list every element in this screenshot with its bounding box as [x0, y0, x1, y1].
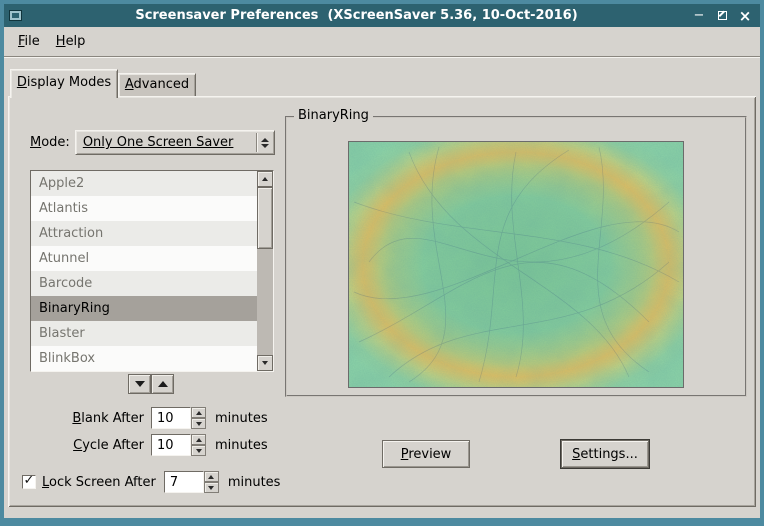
combo-arrows-icon [261, 138, 269, 148]
display-modes-panel: Mode: Only One Screen Saver Apple2 Atlan… [8, 96, 756, 507]
blank-after-input[interactable] [151, 407, 191, 429]
saver-list-item-selected[interactable]: BinaryRing [31, 296, 257, 321]
saver-list-item[interactable]: Barcode [31, 271, 257, 296]
cycle-after-spinbox [151, 434, 206, 456]
tab-display-modes[interactable]: Display Modes [10, 69, 118, 98]
tab-display-modes-label: Display Modes [17, 75, 111, 90]
saver-list-item[interactable]: Apple2 [31, 171, 257, 196]
preview-art-svg [349, 142, 683, 387]
xscreensaver-window: Screensaver Preferences (XScreenSaver 5.… [0, 0, 764, 526]
lock-screen-up-button[interactable] [204, 471, 219, 482]
saver-list-scrollbar [257, 171, 273, 371]
close-icon: × [739, 8, 752, 24]
tab-advanced[interactable]: Advanced [118, 73, 196, 98]
preview-group-frame: BinaryRing [285, 116, 747, 397]
menubar: File Help [4, 27, 760, 56]
preview-frame-title: BinaryRing [294, 108, 373, 123]
restore-button[interactable] [714, 8, 730, 24]
saver-list-item[interactable]: BlinkBox [31, 346, 257, 371]
scrollbar-up-button[interactable] [257, 171, 273, 187]
cycle-after-down-button[interactable] [191, 445, 206, 456]
blank-after-steppers [191, 407, 206, 429]
menubar-separator [4, 56, 760, 58]
checkmark-icon: ✓ [24, 475, 35, 487]
list-down-button[interactable] [128, 374, 151, 394]
blank-after-label: Blank After [30, 411, 144, 426]
cycle-after-label: Cycle After [30, 438, 144, 453]
saver-list-rows: Apple2 Atlantis Attraction Atunnel Barco… [31, 171, 257, 371]
preview-image [348, 141, 684, 388]
cycle-after-unit: minutes [215, 438, 268, 453]
titlebar-buttons: − × [691, 8, 753, 24]
mode-select[interactable]: Only One Screen Saver [75, 130, 275, 155]
mode-selected-value: Only One Screen Saver [76, 135, 256, 150]
combo-separator [256, 133, 258, 152]
lock-screen-steppers [204, 471, 219, 493]
titlebar[interactable]: Screensaver Preferences (XScreenSaver 5.… [4, 4, 760, 27]
settings-button[interactable]: Settings... [561, 440, 649, 468]
window-title: Screensaver Preferences (XScreenSaver 5.… [22, 8, 691, 23]
menu-help[interactable]: Help [48, 30, 94, 53]
lock-screen-label: Lock Screen After [42, 475, 156, 490]
tab-advanced-label: Advanced [125, 77, 189, 92]
lock-screen-down-button[interactable] [204, 482, 219, 493]
menu-file[interactable]: File [10, 30, 48, 53]
saver-list-item[interactable]: Atunnel [31, 246, 257, 271]
preview-button-label: Preview [401, 447, 452, 462]
spin-down-icon [196, 422, 202, 426]
preview-button[interactable]: Preview [382, 440, 470, 468]
spin-up-icon [208, 475, 214, 479]
saver-list-item[interactable]: Atlantis [31, 196, 257, 221]
scrollbar-down-button[interactable] [257, 355, 273, 371]
restore-icon [718, 11, 727, 20]
list-nav-buttons [128, 374, 174, 394]
blank-after-up-button[interactable] [191, 407, 206, 418]
close-button[interactable]: × [737, 8, 753, 24]
scrollbar-thumb[interactable] [257, 187, 273, 249]
blank-after-unit: minutes [215, 411, 268, 426]
down-arrow-icon [135, 381, 145, 387]
minimize-button[interactable]: − [691, 8, 707, 24]
saver-list: Apple2 Atlantis Attraction Atunnel Barco… [30, 170, 274, 372]
saver-list-item[interactable]: Blaster [31, 321, 257, 346]
lock-screen-spinbox [164, 471, 219, 493]
spin-down-icon [196, 449, 202, 453]
cycle-after-input[interactable] [151, 434, 191, 456]
lock-screen-row: ✓ Lock Screen After minutes [22, 470, 280, 494]
up-arrow-icon [158, 381, 168, 387]
cycle-after-row: Cycle After minutes [30, 433, 268, 457]
blank-after-spinbox [151, 407, 206, 429]
spin-up-icon [196, 438, 202, 442]
spin-up-icon [196, 411, 202, 415]
list-up-button[interactable] [151, 374, 174, 394]
mode-label: Mode: [30, 135, 70, 150]
saver-list-item[interactable]: Attraction [31, 221, 257, 246]
scroll-up-icon [262, 177, 268, 181]
cycle-after-up-button[interactable] [191, 434, 206, 445]
window-icon [9, 10, 22, 21]
mode-row: Mode: Only One Screen Saver [30, 130, 275, 155]
lock-screen-unit: minutes [228, 475, 281, 490]
blank-after-down-button[interactable] [191, 418, 206, 429]
minimize-icon: − [694, 8, 705, 24]
cycle-after-steppers [191, 434, 206, 456]
combo-up-icon [261, 138, 269, 142]
lock-screen-checkbox[interactable]: ✓ [22, 475, 36, 489]
scroll-down-icon [262, 361, 268, 365]
combo-down-icon [261, 144, 269, 148]
settings-button-label: Settings... [572, 447, 638, 462]
blank-after-row: Blank After minutes [30, 406, 268, 430]
spin-down-icon [208, 486, 214, 490]
lock-screen-input[interactable] [164, 471, 204, 493]
